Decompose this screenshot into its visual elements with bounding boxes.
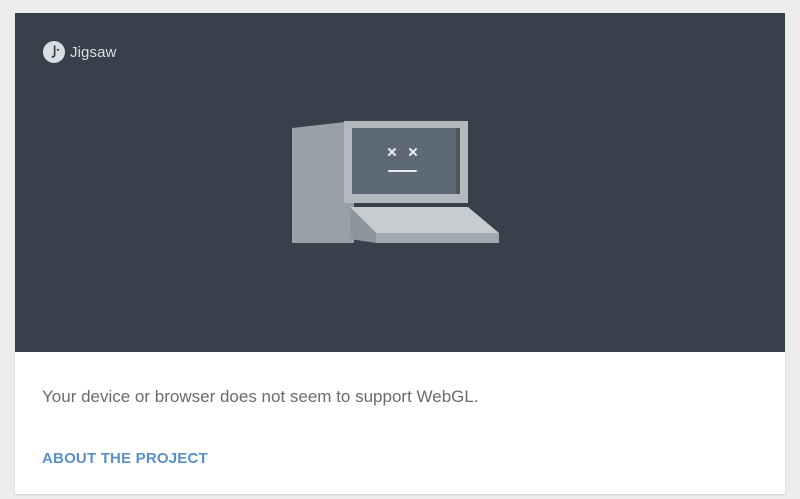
- jigsaw-logo-icon: [43, 41, 65, 63]
- webgl-unsupported-message: Your device or browser does not seem to …: [42, 387, 479, 406]
- broken-computer-icon: [292, 121, 499, 243]
- about-the-project-link[interactable]: ABOUT THE PROJECT: [42, 449, 208, 469]
- brand-name: Jigsaw: [70, 43, 117, 61]
- webgl-error-card: Jigsaw Your device or browser does not s…: [15, 13, 785, 494]
- hero-banner: Jigsaw: [15, 13, 785, 352]
- brand: Jigsaw: [42, 40, 116, 64]
